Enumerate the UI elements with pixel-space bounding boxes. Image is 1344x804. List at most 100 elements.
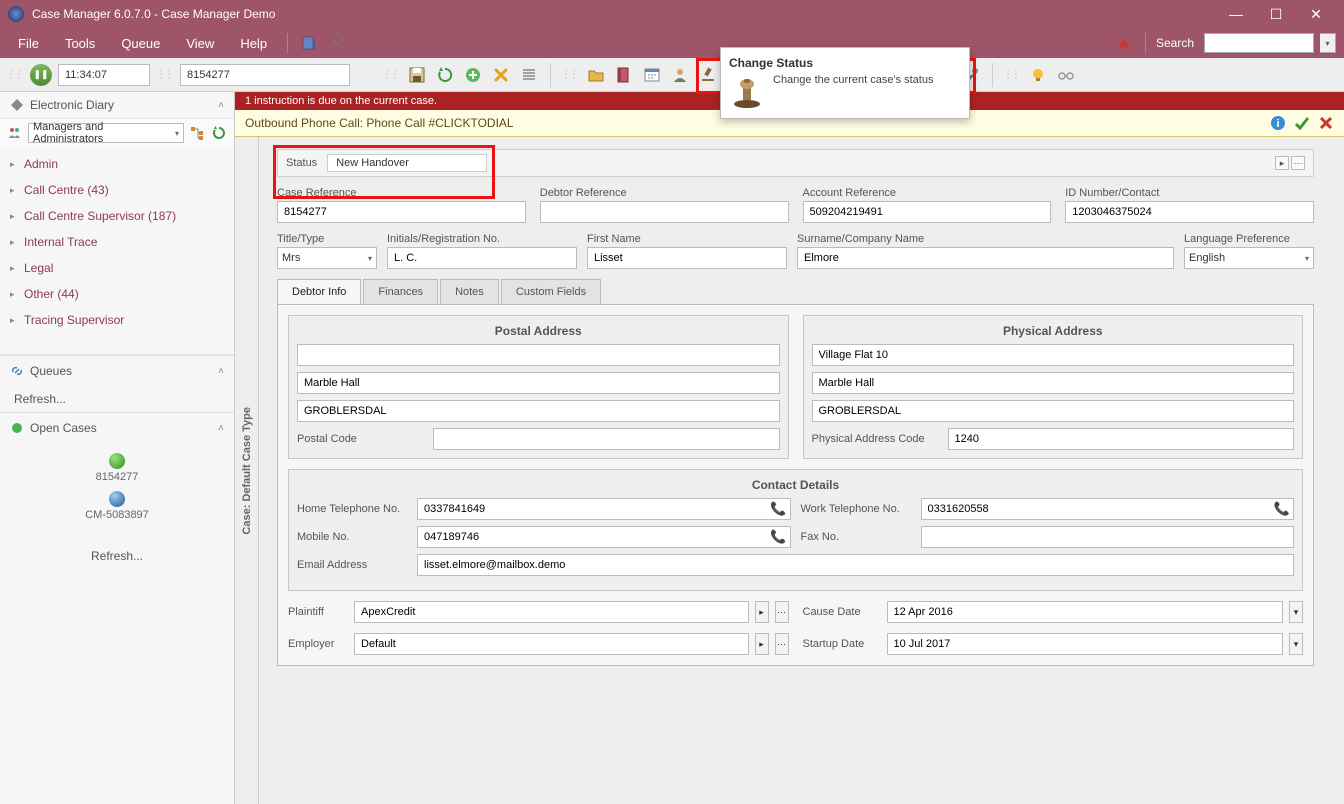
menu-help[interactable]: Help [230, 32, 277, 55]
maximize-button[interactable]: ☐ [1256, 0, 1296, 28]
menu-queue[interactable]: Queue [111, 32, 170, 55]
check-icon[interactable] [1294, 115, 1310, 131]
home-tel-input[interactable] [417, 498, 791, 520]
sidebar-section-diary[interactable]: Electronic Diary ˄ [0, 92, 234, 118]
queues-refresh[interactable]: Refresh... [0, 386, 234, 412]
case-status-blue-icon[interactable] [109, 491, 125, 507]
vertical-tab[interactable]: Case: Default Case Type [235, 137, 259, 804]
glasses-icon[interactable] [1055, 64, 1077, 86]
select-lang[interactable]: English▾ [1184, 247, 1314, 269]
close-button[interactable]: ✕ [1296, 0, 1336, 28]
lookup-arrow[interactable]: ▸ [755, 601, 769, 623]
circle-green-icon [10, 421, 24, 435]
input-surname[interactable] [797, 247, 1174, 269]
menu-file[interactable]: File [8, 32, 49, 55]
open-case-2[interactable]: CM-5083897 [0, 509, 234, 521]
work-tel-label: Work Telephone No. [801, 503, 911, 515]
physical-line1[interactable] [812, 344, 1295, 366]
info-icon[interactable]: i [1270, 115, 1286, 131]
tab-notes[interactable]: Notes [440, 279, 499, 304]
refresh-mini-icon[interactable] [210, 124, 228, 142]
postal-line3[interactable] [297, 400, 780, 422]
lookup-more[interactable]: ⋯ [775, 601, 789, 623]
sidebar-section-queues[interactable]: Queues ˄ [0, 356, 234, 386]
postal-code[interactable] [433, 428, 780, 450]
folder-icon[interactable] [585, 64, 607, 86]
nav-prev[interactable]: ▸ [1275, 156, 1289, 170]
book-icon[interactable] [613, 64, 635, 86]
tree-item-admin[interactable]: ▸Admin [0, 151, 234, 177]
work-tel-input[interactable] [921, 498, 1295, 520]
gavel-icon[interactable] [697, 64, 719, 86]
menu-icon-2[interactable] [326, 32, 348, 54]
bulb-icon[interactable] [1027, 64, 1049, 86]
input-initials[interactable] [387, 247, 577, 269]
tree-item-legal[interactable]: ▸Legal [0, 255, 234, 281]
postal-line2[interactable] [297, 372, 780, 394]
employer-input[interactable] [354, 633, 749, 655]
refresh-icon[interactable] [434, 64, 456, 86]
save-icon[interactable] [406, 64, 428, 86]
postal-line1[interactable] [297, 344, 780, 366]
notify-icon[interactable] [1113, 32, 1135, 54]
phone-icon[interactable]: 📞 [1274, 501, 1290, 517]
minimize-button[interactable]: — [1216, 0, 1256, 28]
startup-date-input[interactable] [887, 633, 1284, 655]
date-dropdown[interactable]: ▾ [1289, 633, 1303, 655]
play-button[interactable]: ❚❚ [30, 64, 52, 86]
menu-view[interactable]: View [176, 32, 224, 55]
input-idnum[interactable] [1065, 201, 1314, 223]
sidebar-section-open-cases[interactable]: Open Cases ˄ [0, 413, 234, 443]
chevron-up-icon[interactable]: ˄ [218, 100, 224, 111]
physical-line3[interactable] [812, 400, 1295, 422]
grip: ⋮⋮ [561, 69, 577, 80]
plaintiff-input[interactable] [354, 601, 749, 623]
cases-refresh[interactable]: Refresh... [0, 545, 234, 567]
chevron-up-icon[interactable]: ˄ [218, 366, 224, 377]
open-case-1[interactable]: 8154277 [0, 471, 234, 483]
user-icon[interactable] [669, 64, 691, 86]
delete-icon[interactable] [490, 64, 512, 86]
case-status-green-icon[interactable] [109, 453, 125, 469]
fax-input[interactable] [921, 526, 1295, 548]
window-title: Case Manager 6.0.7.0 - Case Manager Demo [32, 7, 1216, 21]
tree-item-itrace[interactable]: ▸Internal Trace [0, 229, 234, 255]
chevron-up-icon[interactable]: ˄ [218, 423, 224, 434]
select-title[interactable]: Mrs▾ [277, 247, 377, 269]
nav-more[interactable]: ⋯ [1291, 156, 1305, 170]
tab-custom-fields[interactable]: Custom Fields [501, 279, 601, 304]
tree-item-ccsupervisor[interactable]: ▸Call Centre Supervisor (187) [0, 203, 234, 229]
search-dropdown[interactable]: ▾ [1320, 33, 1336, 53]
close-red-icon[interactable] [1318, 115, 1334, 131]
phone-icon[interactable]: 📞 [770, 529, 786, 545]
physical-code[interactable] [948, 428, 1295, 450]
input-debtor-ref[interactable] [540, 201, 789, 223]
date-dropdown[interactable]: ▾ [1289, 601, 1303, 623]
phone-icon[interactable]: 📞 [770, 501, 786, 517]
search-input[interactable] [1204, 33, 1314, 53]
email-input[interactable] [417, 554, 1294, 576]
input-acct-ref[interactable] [803, 201, 1052, 223]
tree-item-other[interactable]: ▸Other (44) [0, 281, 234, 307]
physical-line2[interactable] [812, 372, 1295, 394]
tab-finances[interactable]: Finances [363, 279, 438, 304]
role-combo[interactable]: Managers and Administrators ▾ [28, 123, 184, 143]
add-icon[interactable] [462, 64, 484, 86]
lookup-arrow[interactable]: ▸ [755, 633, 769, 655]
grip: ⋮⋮ [6, 69, 22, 80]
cause-date-input[interactable] [887, 601, 1284, 623]
menu-icon-1[interactable] [298, 32, 320, 54]
calendar-icon[interactable] [641, 64, 663, 86]
mobile-input[interactable] [417, 526, 791, 548]
tree-icon[interactable] [188, 124, 206, 142]
tree-item-callcentre[interactable]: ▸Call Centre (43) [0, 177, 234, 203]
menu-tools[interactable]: Tools [55, 32, 105, 55]
list-icon[interactable] [518, 64, 540, 86]
tab-debtor-info[interactable]: Debtor Info [277, 279, 361, 304]
lookup-more[interactable]: ⋯ [775, 633, 789, 655]
label-fname: First Name [587, 233, 787, 245]
input-case-ref[interactable] [277, 201, 526, 223]
tree-item-tsupervisor[interactable]: ▸Tracing Supervisor [0, 307, 234, 333]
input-fname[interactable] [587, 247, 787, 269]
titlebar: Case Manager 6.0.7.0 - Case Manager Demo… [0, 0, 1344, 28]
